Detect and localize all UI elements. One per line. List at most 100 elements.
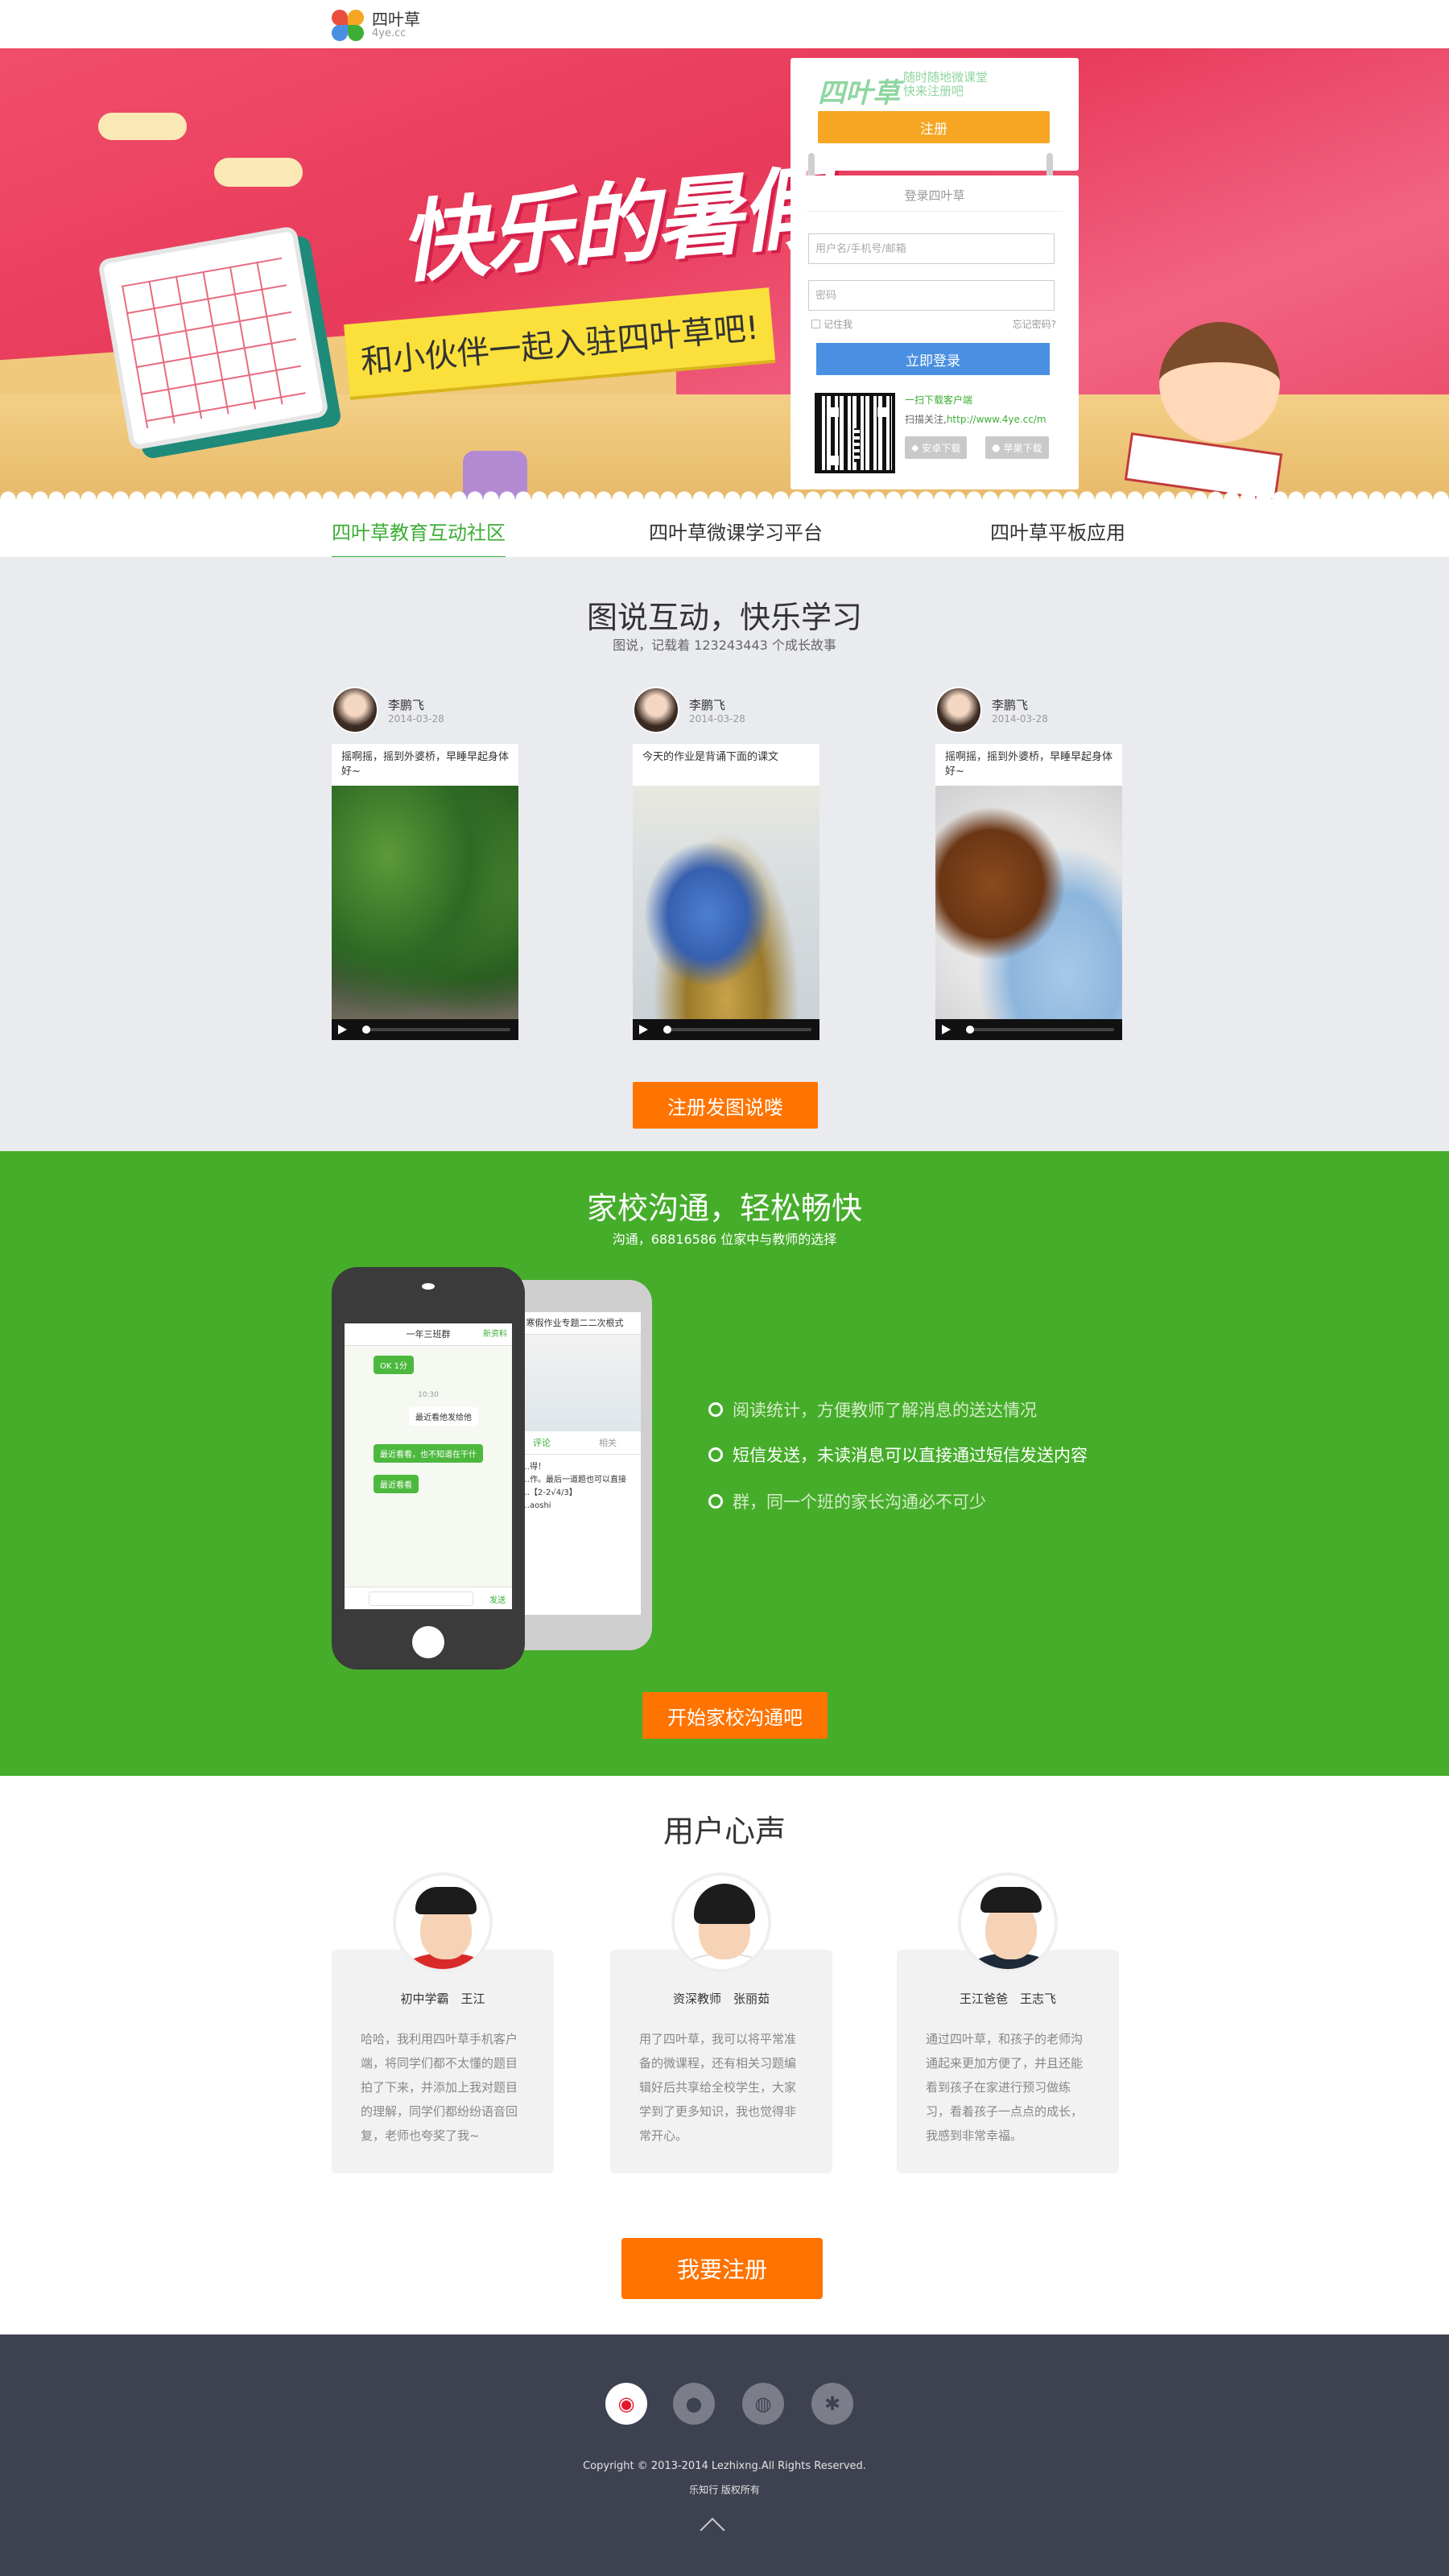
avatar [935, 687, 982, 733]
phone-back-title: 寒假作业专题二二次根式 [509, 1312, 641, 1335]
audio-player[interactable] [332, 1019, 518, 1040]
tab-community[interactable]: 四叶草教育互动社区 [332, 517, 506, 559]
register-photo-button[interactable]: 注册发图说喽 [633, 1082, 818, 1129]
chat-send-button[interactable]: 发送 [489, 1593, 506, 1605]
avatar [633, 687, 679, 733]
chat-input[interactable] [369, 1591, 473, 1606]
footer: ◉ ● ◍ ✱ Copyright © 2013-2014 Lezhixng.A… [0, 2334, 1449, 2576]
post-author: 李鹏飞 [992, 697, 1029, 712]
play-icon[interactable] [942, 1025, 951, 1034]
wechat-icon[interactable]: ◍ [742, 2383, 784, 2425]
clover-logo-icon [332, 8, 365, 42]
section-title: 图说互动，快乐学习 [586, 600, 862, 635]
owner-text: 乐知行 版权所有 [689, 2484, 760, 2496]
feature-text: 群，同一个班的家长沟通必不可少 [733, 1492, 986, 1512]
start-communication-button[interactable]: 开始家校沟通吧 [642, 1692, 828, 1739]
qq-icon[interactable]: ● [673, 2383, 715, 2425]
phone-front-mockup: 一年三班群 新资料 OK 1分 10:30 最近看他发给他 最近看看，也不知道在… [332, 1267, 525, 1670]
circle-bullet-icon [708, 1447, 723, 1462]
sign-up-button[interactable]: 我要注册 [621, 2238, 823, 2299]
post-date: 2014-03-28 [992, 712, 1048, 724]
login-title: 登录四叶草 [791, 187, 1079, 212]
post-author: 李鹏飞 [689, 697, 726, 712]
feature-item: 阅读统计，方便教师了解消息的送达情况 [708, 1397, 1037, 1422]
feature-text: 短信发送，未读消息可以直接通过短信发送内容 [733, 1446, 1088, 1465]
comment-tab[interactable]: 评论 [533, 1436, 551, 1449]
photo-post[interactable]: 李鹏飞 2014-03-28 摇啊摇，摇到外婆桥，早睡早起身体好~ [935, 683, 1122, 1040]
audio-progress-knob[interactable] [966, 1026, 974, 1034]
audio-progress-track[interactable] [966, 1028, 1114, 1031]
testimonial-author: 初中学霸 王江 [400, 1992, 485, 2006]
hero-title: 快乐的暑假 [395, 155, 830, 295]
section-title: 家校沟通，轻松畅快 [586, 1191, 862, 1226]
audio-progress-knob[interactable] [663, 1026, 671, 1034]
chat-bubble: OK 1分 [374, 1356, 414, 1374]
remember-me-checkbox[interactable]: 记住我 [811, 317, 852, 331]
tab-tablet-app[interactable]: 四叶草平板应用 [990, 517, 1125, 556]
testimonial-text: 用了四叶草，我可以将平常准备的微课程，还有相关习题编辑好后共享给全校学生，大家学… [639, 2032, 797, 2143]
copyright-text: Copyright © 2013-2014 Lezhixng.All Right… [583, 2460, 866, 2472]
renren-icon[interactable]: ✱ [811, 2383, 853, 2425]
download-hint: 一扫下载客户端 [905, 394, 973, 406]
testimonial-card: 王江爸爸 王志飞 通过四叶草，和孩子的老师沟通起来更加方便了，并且还能看到孩子在… [897, 1950, 1119, 2174]
play-icon[interactable] [639, 1025, 648, 1034]
comment-line: ……作。最后一道题也可以直接 [514, 1476, 626, 1484]
audio-player[interactable] [633, 1019, 819, 1040]
testimonial-text: 通过四叶草，和孩子的老师沟通起来更加方便了，并且还能看到孩子在家进行预习做练习，… [926, 2032, 1084, 2143]
related-tab[interactable]: 相关 [599, 1436, 617, 1449]
photo-share-section: 图说互动，快乐学习 图说，记载着 123243443 个成长故事 李鹏飞 201… [0, 557, 1449, 1151]
apple-download-button[interactable]: ● 苹果下载 [985, 436, 1049, 459]
section-title: 用户心声 [663, 1814, 786, 1849]
android-download-button[interactable]: ◆ 安卓下载 [905, 436, 968, 459]
chat-bubble: 最近看看，也不知道在干什 [374, 1444, 483, 1463]
chat-title: 一年三班群 [406, 1329, 451, 1340]
avatar [393, 1872, 493, 1972]
audio-player[interactable] [935, 1019, 1122, 1040]
password-input[interactable] [808, 280, 1055, 311]
username-input[interactable] [808, 233, 1055, 264]
weibo-icon[interactable]: ◉ [605, 2383, 647, 2425]
chat-header: 一年三班群 新资料 [345, 1323, 512, 1346]
chat-action[interactable]: 新资料 [483, 1323, 507, 1346]
qr-code-icon [815, 393, 895, 473]
login-button[interactable]: 立即登录 [816, 343, 1050, 375]
comment-user: ……aoshi [514, 1501, 551, 1510]
hero-banner: 快乐的暑假 和小伙伴一起入驻四叶草吧! [0, 48, 1449, 499]
hero-ribbon-text: 和小伙伴一起入驻四叶草吧! [359, 309, 761, 382]
avatar [332, 687, 378, 733]
tab-microcourse[interactable]: 四叶草微课学习平台 [649, 517, 823, 556]
post-photo [633, 786, 819, 1019]
post-text: 摇啊摇，摇到外婆桥，早睡早起身体好~ [332, 744, 518, 786]
audio-progress-knob[interactable] [362, 1026, 370, 1034]
android-icon: ◆ [911, 442, 919, 453]
photo-post[interactable]: 李鹏飞 2014-03-28 摇啊摇，摇到外婆桥，早睡早起身体好~ [332, 683, 518, 1040]
photo-post[interactable]: 李鹏飞 2014-03-28 今天的作业是背诵下面的课文 [633, 683, 819, 1040]
site-logo[interactable]: 四叶草 4ye.cc [332, 8, 420, 42]
feature-item: 群，同一个班的家长沟通必不可少 [708, 1489, 986, 1513]
register-slogan-line1: 随时随地微课堂 [903, 70, 989, 85]
play-icon[interactable] [338, 1025, 347, 1034]
chat-bubble: 最近看他发给他 [409, 1407, 478, 1426]
chat-bubble: 最近看看 [374, 1475, 419, 1493]
audio-progress-track[interactable] [362, 1028, 510, 1031]
testimonial-card: 资深教师 张丽茹 用了四叶草，我可以将平常准备的微课程，还有相关习题编辑好后共享… [610, 1950, 832, 2174]
post-photo [935, 786, 1122, 1019]
back-to-top-icon[interactable] [700, 2517, 725, 2543]
audio-progress-track[interactable] [663, 1028, 811, 1031]
post-photo [332, 786, 518, 1019]
forgot-password-link[interactable]: 忘记密码? [1013, 317, 1056, 331]
chat-input-bar: 发送 [345, 1587, 512, 1609]
register-brand: 四叶草 [818, 77, 900, 109]
follow-hint: 扫描关注,http://www.4ye.cc/m [905, 412, 1046, 426]
phone-speaker [422, 1283, 435, 1290]
follow-url-link[interactable]: http://www.4ye.cc/m [947, 414, 1046, 425]
circle-bullet-icon [708, 1494, 723, 1509]
post-text: 摇啊摇，摇到外婆桥，早睡早起身体好~ [935, 744, 1122, 786]
testimonial-card: 初中学霸 王江 哈哈，我利用四叶草手机客户端，将同学们都不太懂的题目拍了下来，并… [332, 1950, 554, 2174]
logo-domain: 4ye.cc [372, 27, 407, 39]
apple-icon: ● [992, 442, 1001, 453]
register-button[interactable]: 注册 [818, 111, 1050, 143]
post-date: 2014-03-28 [388, 712, 444, 724]
avatar [671, 1872, 771, 1972]
android-download-label: 安卓下载 [922, 442, 961, 454]
